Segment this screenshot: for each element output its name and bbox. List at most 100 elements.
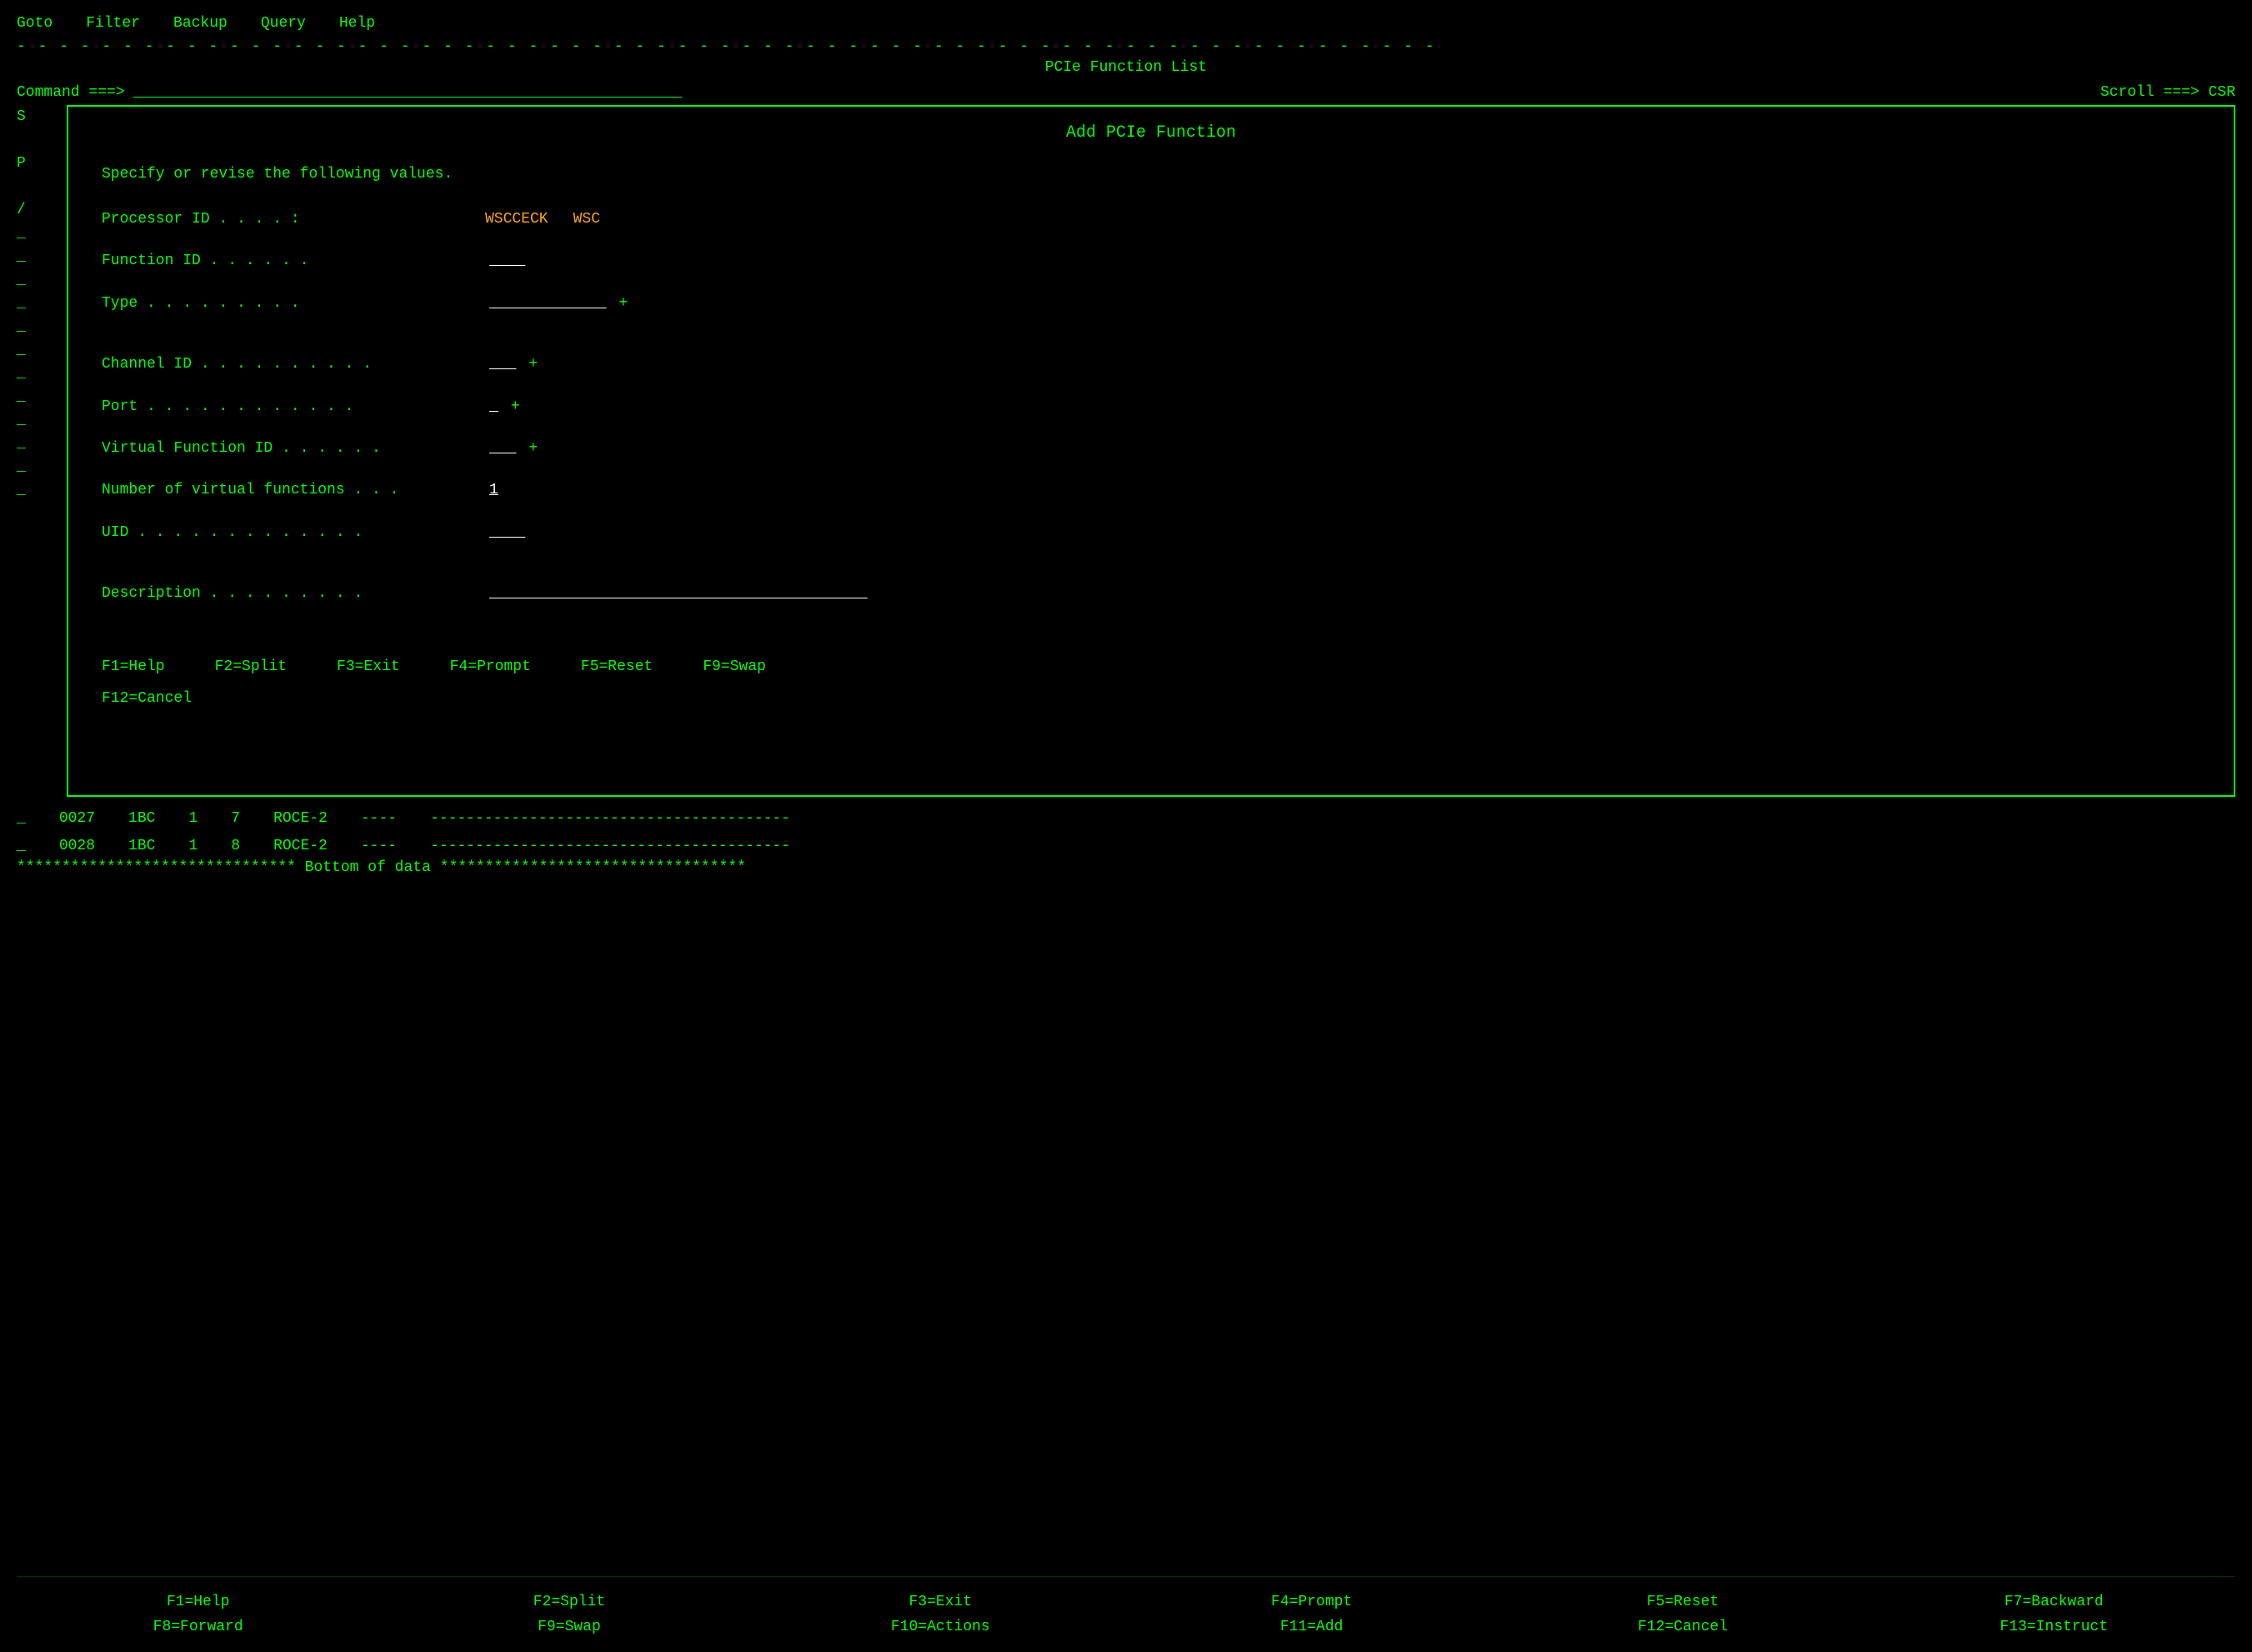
processor-id-value1: WSCCECK bbox=[485, 206, 548, 233]
modal-f9[interactable]: F9=Swap bbox=[703, 658, 766, 675]
data-rows: _ 0027 1BC 1 7 ROCE-2 ---- -------------… bbox=[17, 805, 2235, 876]
modal-f1[interactable]: F1=Help bbox=[102, 658, 165, 675]
bottom-f3[interactable]: F3=Exit bbox=[759, 1594, 1122, 1610]
marker-slash: / bbox=[17, 198, 58, 222]
function-id-row: Function ID . . . . . . ____ bbox=[102, 248, 2200, 274]
bottom-f12[interactable]: F12=Cancel bbox=[1501, 1619, 1864, 1635]
row-0028-col7: ---------------------------------------- bbox=[430, 833, 790, 859]
vf-id-row: Virtual Function ID . . . . . . ___ + bbox=[102, 435, 2200, 462]
command-row: Command ===> ___________________________… bbox=[17, 80, 2235, 105]
bottom-fkeys: F1=Help F2=Split F3=Exit F4=Prompt F5=Re… bbox=[17, 1576, 2235, 1644]
row-0027-col2: 1BC bbox=[128, 805, 155, 832]
row-0027-col1: 0027 bbox=[59, 805, 95, 832]
type-plus[interactable]: + bbox=[618, 290, 628, 317]
processor-id-value2: WSC bbox=[573, 206, 600, 233]
bottom-f9[interactable]: F9=Swap bbox=[388, 1619, 750, 1635]
modal-f4[interactable]: F4=Prompt bbox=[450, 658, 531, 675]
row-0028-col6: ---- bbox=[361, 833, 397, 859]
bottom-f7[interactable]: F7=Backward bbox=[1873, 1594, 2235, 1610]
marker-dash11: _ bbox=[17, 455, 58, 478]
type-label: Type . . . . . . . . . bbox=[102, 290, 485, 317]
modal-subtitle: Specify or revise the following values. bbox=[102, 166, 2200, 183]
bottom-f13[interactable]: F13=Instruct bbox=[1873, 1619, 2235, 1635]
processor-id-row: Processor ID . . . . : WSCCECK WSC bbox=[102, 206, 2200, 233]
modal-title: Add PCIe Function bbox=[102, 123, 2200, 143]
row-0027-col5: ROCE-2 bbox=[273, 805, 328, 832]
row-0028-col4: 8 bbox=[231, 833, 240, 859]
modal-f2[interactable]: F2=Split bbox=[215, 658, 287, 675]
type-row: Type . . . . . . . . . _____________ + bbox=[102, 290, 2200, 317]
bottom-f4[interactable]: F4=Prompt bbox=[1130, 1594, 1493, 1610]
menu-backup[interactable]: Backup bbox=[173, 15, 228, 32]
bottom-f11[interactable]: F11=Add bbox=[1130, 1619, 1493, 1635]
table-row-0027: _ 0027 1BC 1 7 ROCE-2 ---- -------------… bbox=[17, 805, 2235, 832]
marker-empty2 bbox=[17, 175, 58, 198]
row-0027-col7: ---------------------------------------- bbox=[430, 805, 790, 832]
page-title: PCIe Function List bbox=[17, 55, 2235, 80]
description-input[interactable]: ________________________________________… bbox=[489, 580, 868, 607]
top-divider: - - - - - - - - - - - - - - - - - - - - … bbox=[17, 38, 2235, 55]
processor-id-label: Processor ID . . . . : bbox=[102, 206, 485, 233]
function-id-input[interactable]: ____ bbox=[489, 248, 525, 274]
num-vf-label: Number of virtual functions . . . bbox=[102, 477, 485, 503]
channel-id-plus[interactable]: + bbox=[528, 351, 538, 378]
command-label: Command ===> bbox=[17, 84, 125, 101]
row-0028-col5: ROCE-2 bbox=[273, 833, 328, 859]
vf-id-label: Virtual Function ID . . . . . . bbox=[102, 435, 485, 462]
row-0028-col3: 1 bbox=[188, 833, 198, 859]
marker-dash2: _ bbox=[17, 245, 58, 268]
marker-dash9: _ bbox=[17, 408, 58, 432]
row-marker-1[interactable]: _ bbox=[17, 805, 26, 832]
port-plus[interactable]: + bbox=[511, 393, 520, 420]
uid-input[interactable]: ____ bbox=[489, 519, 525, 546]
bottom-f1[interactable]: F1=Help bbox=[17, 1594, 379, 1610]
port-input[interactable]: _ bbox=[489, 393, 498, 420]
marker-dash1: _ bbox=[17, 222, 58, 245]
menu-query[interactable]: Query bbox=[261, 15, 306, 32]
bottom-f8[interactable]: F8=Forward bbox=[17, 1619, 379, 1635]
bottom-f10[interactable]: F10=Actions bbox=[759, 1619, 1122, 1635]
row-0028-col2: 1BC bbox=[128, 833, 155, 859]
port-row: Port . . . . . . . . . . . . _ + bbox=[102, 393, 2200, 420]
marker-dash10: _ bbox=[17, 432, 58, 455]
channel-id-label: Channel ID . . . . . . . . . . bbox=[102, 351, 485, 378]
marker-dash7: _ bbox=[17, 362, 58, 385]
bottom-of-data: ******************************* Bottom o… bbox=[17, 859, 2235, 876]
modal-f12[interactable]: F12=Cancel bbox=[102, 690, 192, 707]
row-marker-2[interactable]: _ bbox=[17, 833, 26, 859]
channel-id-input[interactable]: ___ bbox=[489, 351, 516, 378]
marker-dash8: _ bbox=[17, 385, 58, 408]
modal-f3[interactable]: F3=Exit bbox=[337, 658, 400, 675]
marker-dash5: _ bbox=[17, 315, 58, 338]
function-id-label: Function ID . . . . . . bbox=[102, 248, 485, 274]
marker-dash4: _ bbox=[17, 292, 58, 315]
uid-row: UID . . . . . . . . . . . . . ____ bbox=[102, 519, 2200, 546]
marker-p: P bbox=[17, 152, 58, 175]
menu-bar: Goto Filter Backup Query Help bbox=[17, 8, 2235, 38]
command-input[interactable]: ________________________________________… bbox=[133, 84, 2092, 101]
num-vf-input[interactable]: 1 bbox=[489, 477, 498, 503]
marker-s: S bbox=[17, 105, 58, 128]
modal-f5[interactable]: F5=Reset bbox=[581, 658, 653, 675]
marker-empty1 bbox=[17, 128, 58, 152]
row-0027-col4: 7 bbox=[231, 805, 240, 832]
scroll-label: Scroll ===> CSR bbox=[2100, 84, 2235, 101]
marker-dash6: _ bbox=[17, 338, 58, 362]
num-vf-row: Number of virtual functions . . . 1 bbox=[102, 477, 2200, 503]
menu-help[interactable]: Help bbox=[339, 15, 375, 32]
vf-id-plus[interactable]: + bbox=[528, 435, 538, 462]
marker-dash12: _ bbox=[17, 478, 58, 502]
uid-label: UID . . . . . . . . . . . . . bbox=[102, 519, 485, 546]
bottom-f2[interactable]: F2=Split bbox=[388, 1594, 750, 1610]
row-0027-col6: ---- bbox=[361, 805, 397, 832]
modal-fkeys-row1: F1=Help F2=Split F3=Exit F4=Prompt F5=Re… bbox=[102, 658, 2200, 675]
marker-dash3: _ bbox=[17, 268, 58, 292]
row-0028-col1: 0028 bbox=[59, 833, 95, 859]
add-pcie-function-dialog: Add PCIe Function Specify or revise the … bbox=[67, 105, 2235, 797]
vf-id-input[interactable]: ___ bbox=[489, 435, 516, 462]
menu-filter[interactable]: Filter bbox=[86, 15, 140, 32]
left-markers: S P / _ _ _ _ _ _ _ _ _ _ _ _ bbox=[17, 105, 67, 805]
type-input[interactable]: _____________ bbox=[489, 290, 606, 317]
menu-goto[interactable]: Goto bbox=[17, 15, 53, 32]
bottom-f5[interactable]: F5=Reset bbox=[1501, 1594, 1864, 1610]
